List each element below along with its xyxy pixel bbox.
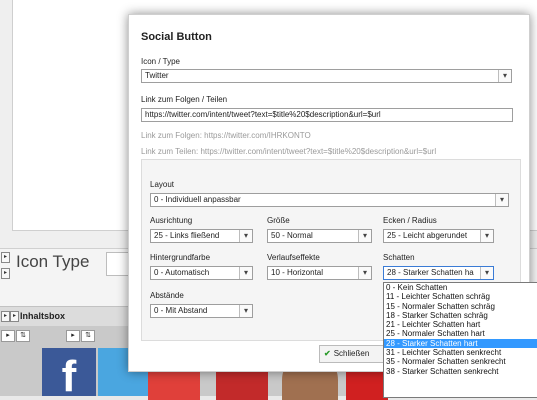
layout-label: Layout bbox=[150, 180, 175, 189]
link-share-hint: Link zum Teilen: https://twitter.com/int… bbox=[141, 147, 437, 156]
ecken-label: Ecken / Radius bbox=[383, 216, 437, 225]
facebook-icon: f bbox=[42, 348, 96, 396]
dropdown-option[interactable]: 25 - Normaler Schatten hart bbox=[384, 329, 537, 338]
settings-icon[interactable]: ⇅ bbox=[81, 330, 95, 342]
hintergrundfarbe-select[interactable]: 0 - Automatisch ▾ bbox=[150, 266, 253, 280]
expand-icon[interactable]: ▸ bbox=[1, 311, 10, 322]
chevron-down-icon: ▾ bbox=[239, 305, 252, 317]
dropdown-option[interactable]: 35 - Normaler Schatten senkrecht bbox=[384, 357, 537, 366]
ecken-select[interactable]: 25 - Leicht abgerundet ▾ bbox=[383, 229, 494, 243]
abstaende-select[interactable]: 0 - Mit Abstand ▾ bbox=[150, 304, 253, 318]
schatten-select[interactable]: 28 - Starker Schatten ha ▾ bbox=[383, 266, 494, 280]
check-icon: ✔ bbox=[324, 349, 331, 358]
chevron-down-icon: ▾ bbox=[498, 70, 511, 82]
dropdown-option[interactable]: 0 - Kein Schatten bbox=[384, 283, 537, 292]
expand-icon[interactable]: ▸ bbox=[1, 330, 15, 342]
expand-icon[interactable]: ▸ bbox=[1, 252, 10, 263]
expand-icon[interactable]: ▸ bbox=[1, 268, 10, 279]
ausrichtung-select[interactable]: 25 - Links fließend ▾ bbox=[150, 229, 253, 243]
dropdown-option[interactable]: 21 - Leichter Schatten hart bbox=[384, 320, 537, 329]
icon-type-label: Icon Type bbox=[16, 252, 90, 271]
ausrichtung-label: Ausrichtung bbox=[150, 216, 193, 225]
expand-icon[interactable]: ▸ bbox=[10, 311, 19, 322]
chevron-down-icon: ▾ bbox=[480, 230, 493, 242]
link-input[interactable]: https://twitter.com/intent/tweet?text=$t… bbox=[141, 108, 513, 122]
link-label: Link zum Folgen / Teilen bbox=[141, 95, 228, 104]
layout-select[interactable]: 0 - Individuell anpassbar ▾ bbox=[150, 193, 509, 207]
chevron-down-icon: ▾ bbox=[358, 230, 371, 242]
hintergrundfarbe-label: Hintergrundfarbe bbox=[150, 253, 211, 262]
groesse-label: Größe bbox=[267, 216, 290, 225]
chevron-down-icon: ▾ bbox=[358, 267, 371, 279]
link-follow-hint: Link zum Folgen: https://twitter.com/IHR… bbox=[141, 131, 311, 140]
verlaufseffekte-label: Verlaufseffekte bbox=[267, 253, 320, 262]
schatten-dropdown-list[interactable]: 0 - Kein Schatten 11 - Leichter Schatten… bbox=[383, 282, 537, 398]
abstaende-label: Abstände bbox=[150, 291, 184, 300]
dialog-title: Social Button bbox=[141, 31, 212, 43]
groesse-select[interactable]: 50 - Normal ▾ bbox=[267, 229, 372, 243]
dropdown-option[interactable]: 18 - Starker Schatten schräg bbox=[384, 311, 537, 320]
close-button[interactable]: ✔ Schließen bbox=[319, 345, 391, 363]
chevron-down-icon: ▾ bbox=[239, 230, 252, 242]
chevron-down-icon: ▾ bbox=[239, 267, 252, 279]
verlaufseffekte-select[interactable]: 10 - Horizontal ▾ bbox=[267, 266, 372, 280]
dropdown-option[interactable]: 38 - Starker Schatten senkrecht bbox=[384, 367, 537, 376]
dropdown-option[interactable]: 31 - Leichter Schatten senkrecht bbox=[384, 348, 537, 357]
icon-type-select[interactable]: Twitter ▾ bbox=[141, 69, 512, 83]
inhaltsbox-label: Inhaltsbox bbox=[20, 311, 66, 321]
chevron-down-icon: ▾ bbox=[495, 194, 508, 206]
dropdown-option[interactable]: 11 - Leichter Schatten schräg bbox=[384, 292, 537, 301]
schatten-label: Schatten bbox=[383, 253, 415, 262]
chevron-down-icon: ▾ bbox=[480, 267, 493, 279]
dropdown-option[interactable]: 15 - Normaler Schatten schräg bbox=[384, 302, 537, 311]
settings-icon[interactable]: ⇅ bbox=[16, 330, 30, 342]
dropdown-option-selected[interactable]: 28 - Starker Schatten hart bbox=[384, 338, 537, 349]
expand-icon[interactable]: ▸ bbox=[66, 330, 80, 342]
icon-type-label: Icon / Type bbox=[141, 57, 180, 66]
